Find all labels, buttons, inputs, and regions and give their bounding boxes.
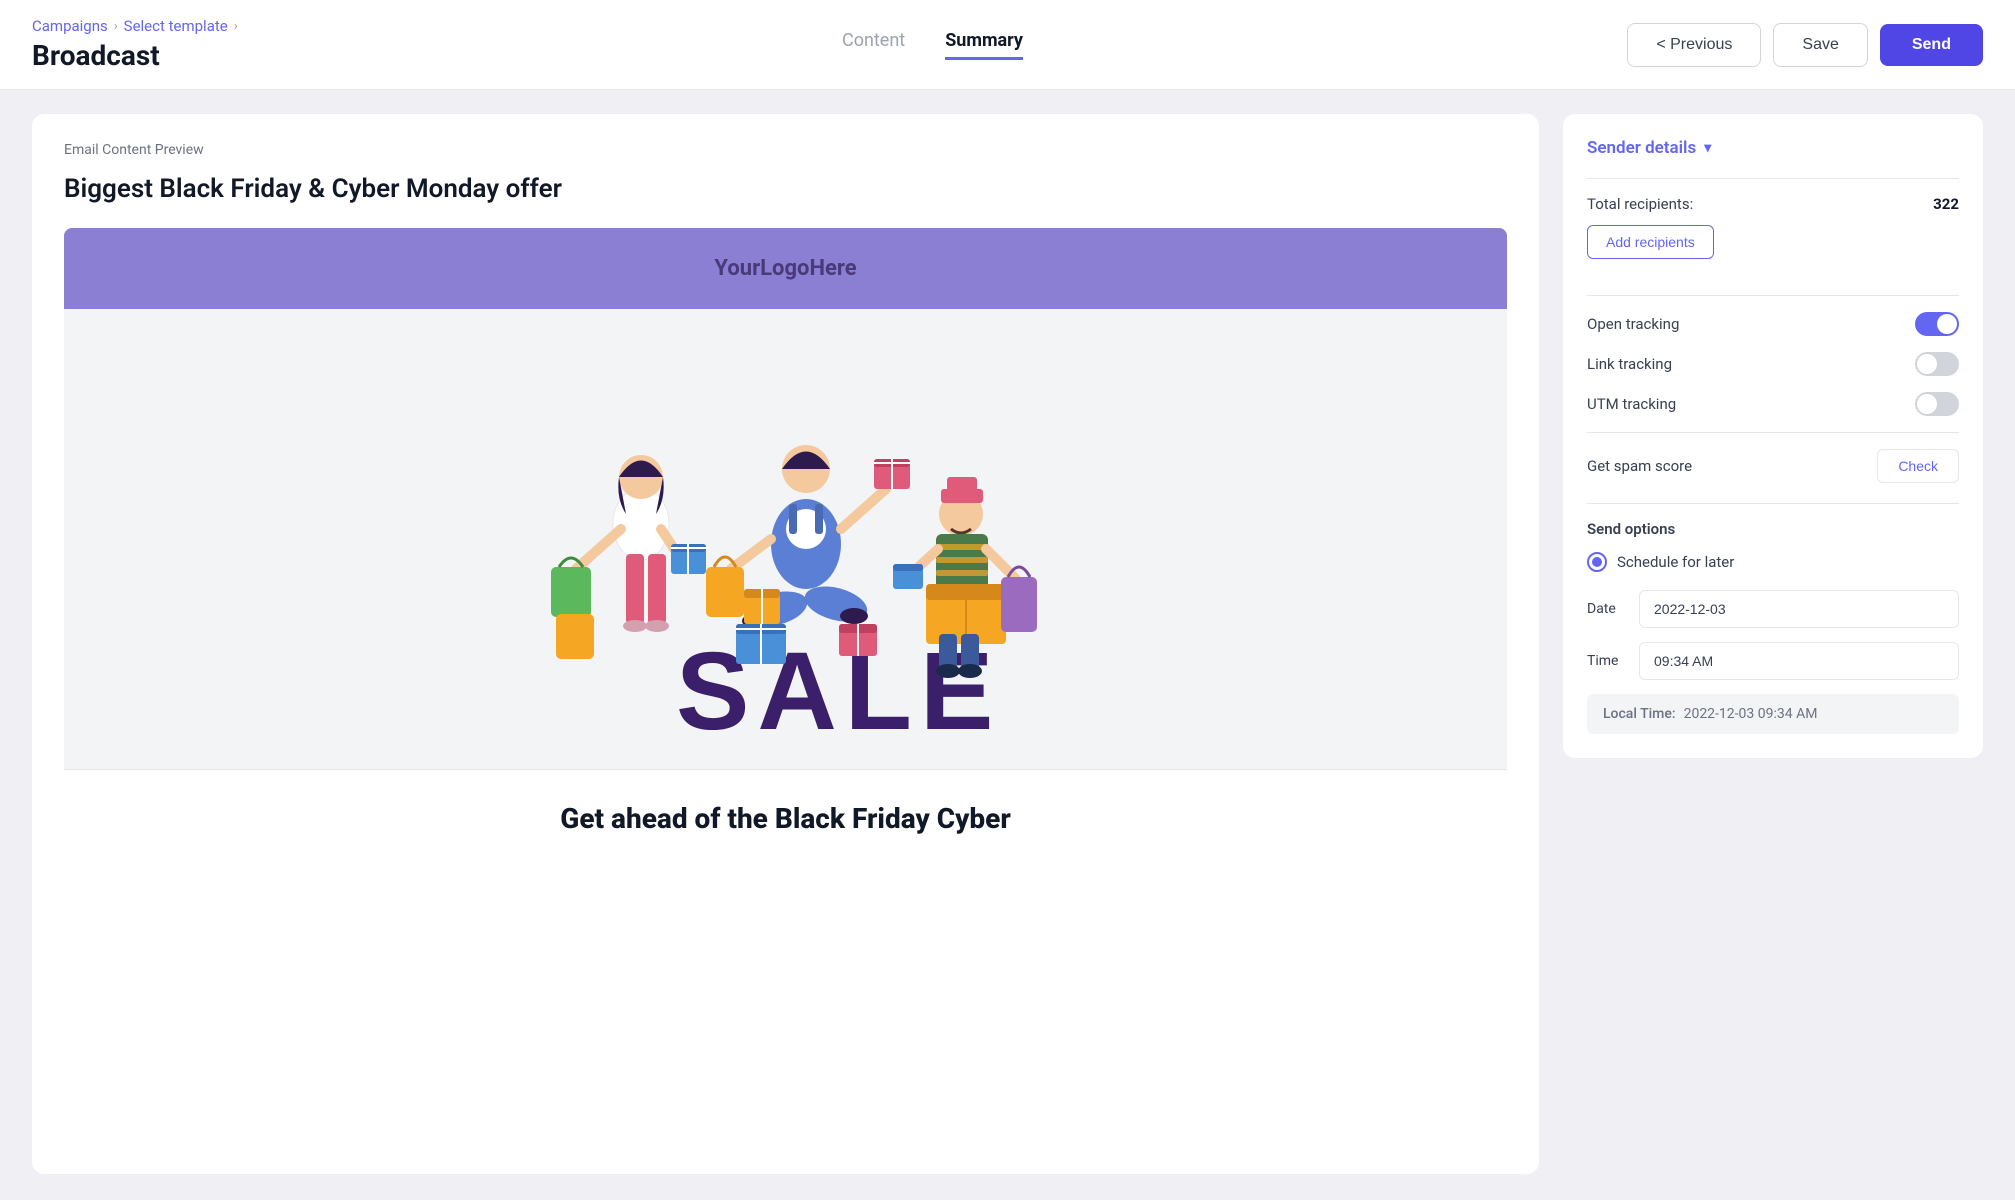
sender-details-section: Sender details ▾ Total recipients: 322 A…: [1563, 114, 1983, 758]
logo-bold: Here: [809, 256, 856, 281]
date-row: Date: [1587, 590, 1959, 628]
utm-tracking-label: UTM tracking: [1587, 395, 1676, 413]
divider-3: [1587, 432, 1959, 433]
link-tracking-label: Link tracking: [1587, 355, 1672, 373]
date-label: Date: [1587, 601, 1627, 617]
breadcrumb-campaigns[interactable]: Campaigns: [32, 17, 108, 35]
check-spam-button[interactable]: Check: [1877, 449, 1959, 483]
previous-button[interactable]: < Previous: [1627, 23, 1761, 67]
link-tracking-knob: [1917, 354, 1937, 374]
recipient-row: Total recipients: 322: [1587, 195, 1959, 213]
sale-illustration: SALE: [64, 309, 1507, 769]
email-logo-text: YourLogoHere: [92, 256, 1479, 281]
breadcrumb-sep-2: ›: [234, 19, 238, 34]
tab-bar: Content Summary: [842, 30, 1023, 60]
date-input[interactable]: [1639, 590, 1959, 628]
logo-light: YourLogo: [714, 256, 809, 281]
divider-2: [1587, 295, 1959, 296]
link-tracking-row: Link tracking: [1587, 352, 1959, 376]
time-label: Time: [1587, 653, 1627, 669]
sidebar-panel: Sender details ▾ Total recipients: 322 A…: [1563, 114, 1983, 1174]
breadcrumb-sep-1: ›: [114, 19, 118, 34]
email-preview-panel: Email Content Preview Biggest Black Frid…: [32, 114, 1539, 1174]
save-button[interactable]: Save: [1773, 23, 1867, 67]
utm-tracking-toggle[interactable]: [1915, 392, 1959, 416]
preview-label: Email Content Preview: [64, 142, 1507, 158]
sale-svg: SALE: [496, 329, 1076, 749]
tab-content[interactable]: Content: [842, 30, 905, 60]
breadcrumb-select-template[interactable]: Select template: [124, 17, 228, 35]
app-header: Campaigns › Select template › Broadcast …: [0, 0, 2015, 90]
email-headline: Get ahead of the Black Friday Cyber: [64, 769, 1507, 855]
header-actions: < Previous Save Send: [1627, 23, 1983, 67]
header-left: Campaigns › Select template › Broadcast: [32, 17, 238, 72]
time-row: Time: [1587, 642, 1959, 680]
spam-score-row: Get spam score Check: [1587, 449, 1959, 483]
open-tracking-label: Open tracking: [1587, 315, 1679, 333]
time-input[interactable]: [1639, 642, 1959, 680]
main-content: Email Content Preview Biggest Black Frid…: [0, 90, 2015, 1198]
page-title: Broadcast: [32, 39, 238, 72]
tab-summary[interactable]: Summary: [945, 30, 1023, 60]
utm-tracking-knob: [1917, 394, 1937, 414]
divider-1: [1587, 178, 1959, 179]
sender-details-header[interactable]: Sender details ▾: [1587, 138, 1959, 158]
local-time-value: 2022-12-03 09:34 AM: [1684, 706, 1818, 722]
link-tracking-toggle[interactable]: [1915, 352, 1959, 376]
recipient-count: 322: [1933, 195, 1959, 213]
open-tracking-toggle[interactable]: [1915, 312, 1959, 336]
email-subject: Biggest Black Friday & Cyber Monday offe…: [64, 174, 1507, 204]
email-content-box: YourLogoHere SALE: [64, 228, 1507, 855]
schedule-later-radio[interactable]: [1587, 552, 1607, 572]
local-time-label: Local Time:: [1603, 706, 1676, 722]
email-logo-bar: YourLogoHere: [64, 228, 1507, 309]
local-time-box: Local Time: 2022-12-03 09:34 AM: [1587, 694, 1959, 734]
chevron-down-icon: ▾: [1704, 140, 1711, 156]
recipient-label: Total recipients:: [1587, 195, 1693, 213]
open-tracking-knob: [1937, 314, 1957, 334]
schedule-later-label: Schedule for later: [1617, 553, 1734, 571]
add-recipients-button[interactable]: Add recipients: [1587, 225, 1714, 259]
utm-tracking-row: UTM tracking: [1587, 392, 1959, 416]
sender-details-label: Sender details: [1587, 138, 1696, 158]
schedule-later-option[interactable]: Schedule for later: [1587, 552, 1959, 572]
open-tracking-row: Open tracking: [1587, 312, 1959, 336]
send-button[interactable]: Send: [1880, 24, 1983, 66]
breadcrumb: Campaigns › Select template ›: [32, 17, 238, 35]
divider-4: [1587, 503, 1959, 504]
spam-score-label: Get spam score: [1587, 457, 1692, 475]
send-options-label: Send options: [1587, 520, 1959, 538]
